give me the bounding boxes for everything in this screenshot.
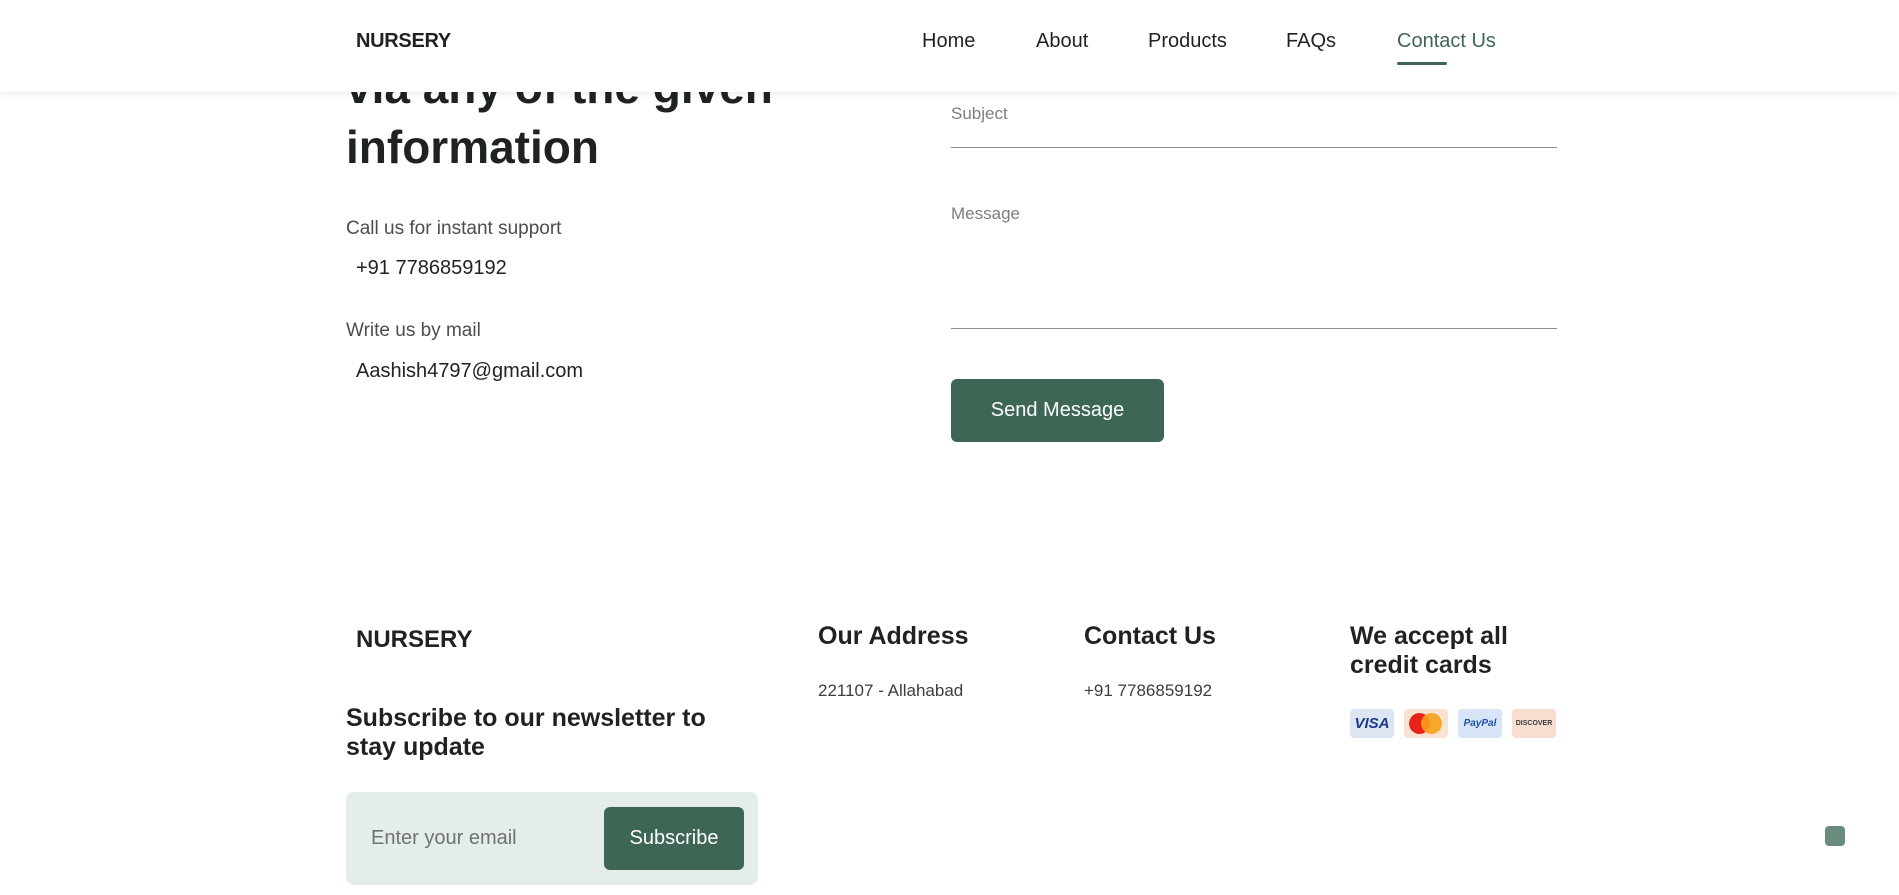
nav-link-faqs[interactable]: FAQs <box>1286 30 1336 53</box>
footer-brand-logo[interactable]: NURSERY <box>356 626 472 654</box>
visa-card-icon: VISA <box>1350 709 1394 738</box>
send-message-button[interactable]: Send Message <box>951 379 1164 442</box>
subscribe-button[interactable]: Subscribe <box>604 807 744 870</box>
message-underline <box>951 328 1557 329</box>
address-title: Our Address <box>818 622 969 650</box>
paypal-card-icon: PayPal <box>1458 709 1502 738</box>
payment-cards: VISA PayPal DISCOVER <box>1350 709 1556 738</box>
brand-logo[interactable]: NURSERY <box>356 30 451 53</box>
footer-contact-phone[interactable]: +91 7786859192 <box>1084 681 1212 701</box>
newsletter-subscribe-box: Subscribe <box>346 792 758 885</box>
call-support-label: Call us for instant support <box>346 218 562 239</box>
newsletter-email-input[interactable] <box>358 808 608 868</box>
email-address[interactable]: Aashish4797@gmail.com <box>356 360 583 383</box>
footer-contact-title: Contact Us <box>1084 622 1216 650</box>
mastercard-card-icon <box>1404 709 1448 738</box>
message-field[interactable]: Message <box>951 204 1020 224</box>
scroll-to-top-button[interactable] <box>1825 826 1845 846</box>
phone-number[interactable]: +91 7786859192 <box>356 257 507 280</box>
mastercard-orange-circle <box>1421 713 1442 734</box>
top-navbar: NURSERY Home About Products FAQs Contact… <box>0 0 1899 92</box>
nav-link-about[interactable]: About <box>1036 30 1088 53</box>
subject-underline <box>951 147 1557 148</box>
nav-link-contact-us[interactable]: Contact Us <box>1397 30 1496 65</box>
discover-card-icon: DISCOVER <box>1512 709 1556 738</box>
subject-field[interactable]: Subject <box>951 104 1008 124</box>
nav-link-products[interactable]: Products <box>1148 30 1227 53</box>
nav-link-home[interactable]: Home <box>922 30 975 53</box>
contact-heading-line2: information <box>346 121 599 173</box>
credit-cards-title: We accept all credit cards <box>1350 622 1508 679</box>
address-text: 221107 - Allahabad <box>818 681 964 700</box>
mail-label: Write us by mail <box>346 320 481 341</box>
newsletter-title: Subscribe to our newsletter to stay upda… <box>346 704 706 761</box>
